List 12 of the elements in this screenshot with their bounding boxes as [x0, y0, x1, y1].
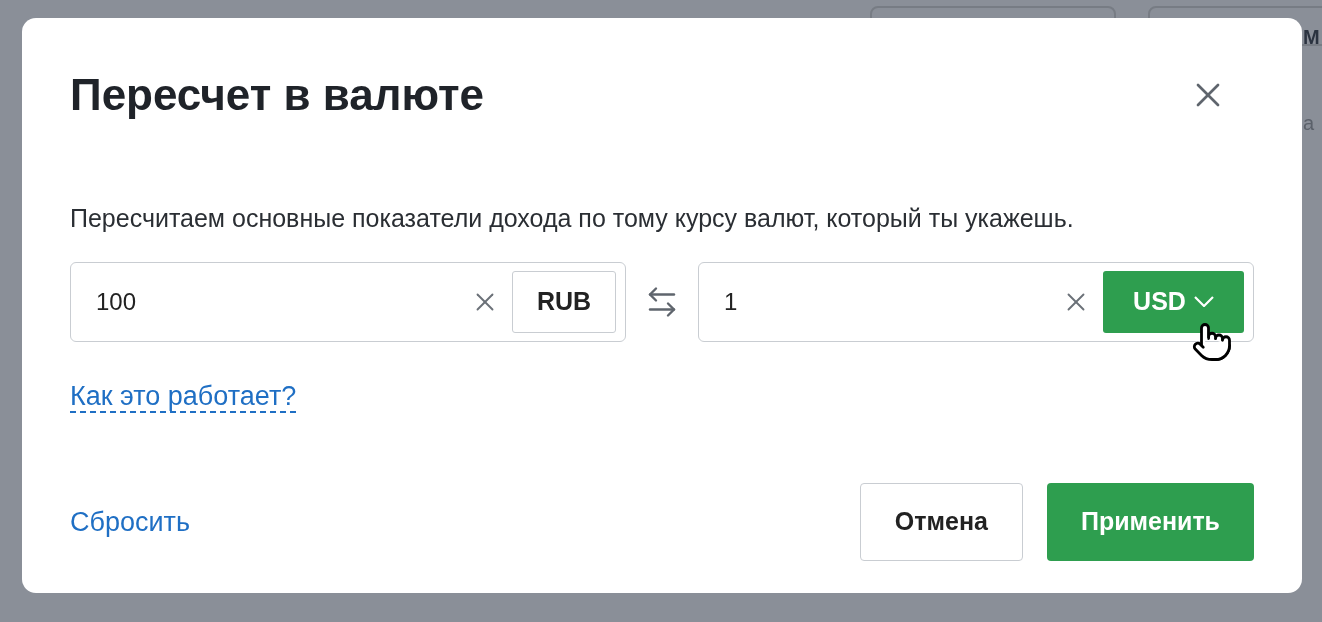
amount-input[interactable]: 1: [724, 283, 1049, 320]
dialog-title: Пересчет в валюте: [70, 69, 485, 121]
description-text: Пересчитаем основные показатели дохода по тому курсу валют, который ты укажешь.: [70, 203, 1075, 234]
amount-input[interactable]: 100: [96, 283, 458, 320]
reset-link[interactable]: Сбросить: [70, 501, 190, 543]
hand-cursor-icon: [1191, 320, 1233, 363]
cancel-button[interactable]: Отмена: [859, 483, 1023, 561]
background-text: М: [1303, 25, 1320, 50]
chevron-down-icon: [1193, 296, 1214, 307]
currency-button[interactable]: RUB: [512, 270, 616, 333]
amount-field[interactable]: 100 RUB: [70, 261, 626, 342]
help-link[interactable]: Как это работает?: [70, 380, 297, 413]
